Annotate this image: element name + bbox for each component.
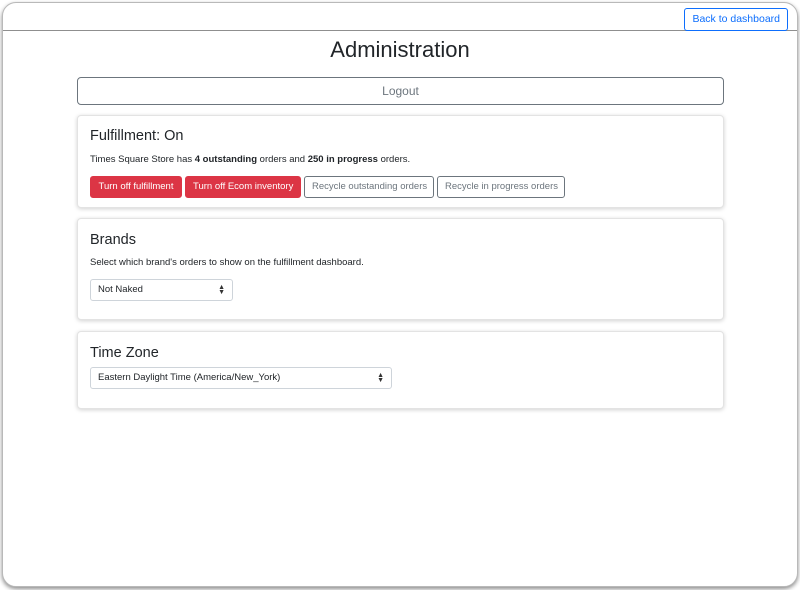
outstanding-count: 4 outstanding — [194, 154, 258, 165]
turn-off-fulfillment-button[interactable]: Turn off fulfillment — [90, 176, 182, 198]
fulfillment-summary: Times Square Store has 4 outstanding ord… — [90, 154, 410, 165]
app-window: Back to dashboard Administration Logout … — [2, 2, 798, 587]
summary-text-orders-end: orders. — [380, 154, 411, 165]
timezone-select-value: Eastern Daylight Time (America/New_York) — [98, 372, 281, 383]
page-title: Administration — [330, 37, 470, 62]
recycle-outstanding-orders-button[interactable]: Recycle outstanding orders — [304, 176, 434, 198]
brands-card: Brands Select which brand's orders to sh… — [77, 218, 724, 320]
top-bar: Back to dashboard — [3, 3, 797, 31]
timezone-title: Time Zone — [90, 345, 159, 361]
summary-text-has: has — [176, 154, 193, 165]
brand-select[interactable]: Not Naked ▲ ▼ — [90, 279, 233, 301]
logout-button[interactable]: Logout — [77, 77, 724, 105]
select-arrows-icon: ▲ ▼ — [218, 284, 225, 296]
timezone-select[interactable]: Eastern Daylight Time (America/New_York)… — [90, 367, 392, 389]
fulfillment-card: Fulfillment: On Times Square Store has 4… — [77, 115, 724, 208]
brands-title: Brands — [90, 232, 136, 248]
select-arrows-icon: ▲ ▼ — [377, 372, 384, 384]
back-to-dashboard-button[interactable]: Back to dashboard — [684, 8, 788, 31]
brand-select-value: Not Naked — [98, 284, 143, 295]
in-progress-count: 250 in progress — [307, 154, 378, 165]
recycle-in-progress-orders-button[interactable]: Recycle in progress orders — [437, 176, 565, 198]
summary-text-orders-and: orders and — [259, 154, 306, 165]
timezone-card: Time Zone Eastern Daylight Time (America… — [77, 331, 724, 409]
brands-description: Select which brand's orders to show on t… — [90, 257, 364, 268]
store-name: Times Square Store — [90, 154, 175, 165]
turn-off-ecom-inventory-button[interactable]: Turn off Ecom inventory — [185, 176, 301, 198]
fulfillment-title: Fulfillment: On — [90, 128, 184, 144]
